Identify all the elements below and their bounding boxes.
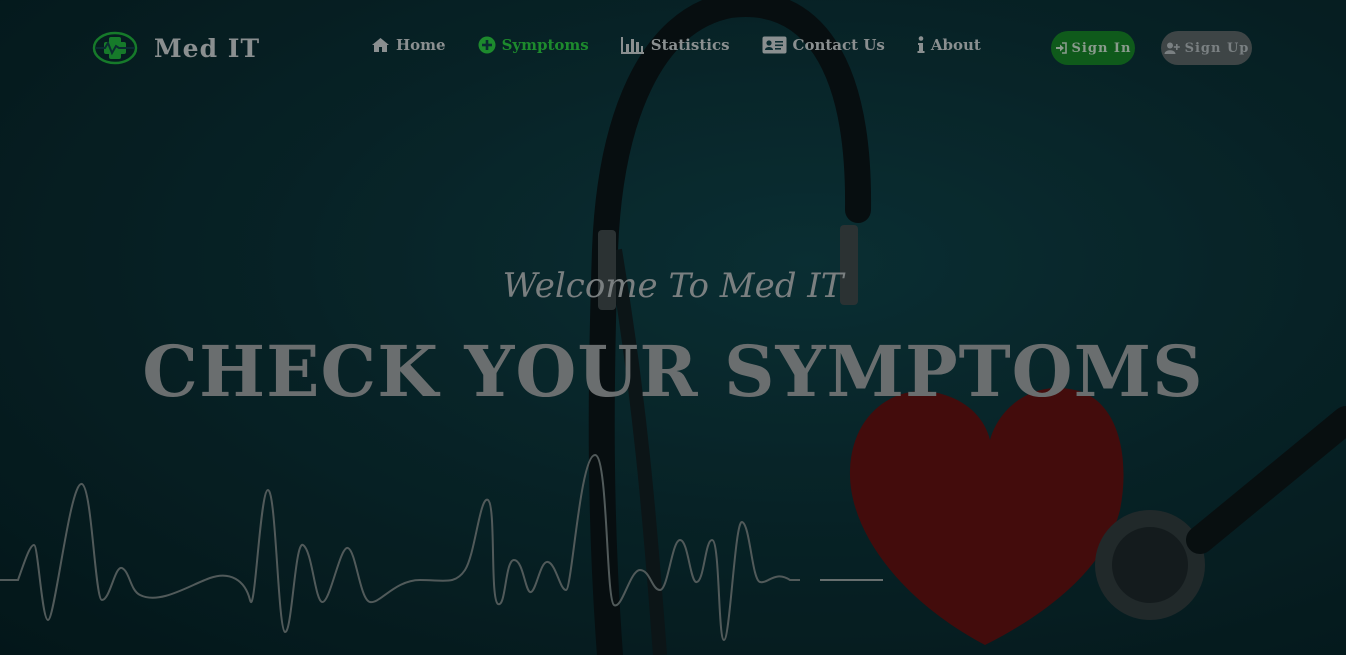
nav-about[interactable]: About [917,36,981,54]
bar-chart-icon [620,37,644,54]
main-menu: Home Symptoms Statistics Contact Us Abou… [371,36,981,54]
hero-title: CHECK YOUR SYMPTOMS [142,330,1204,413]
sign-in-icon [1055,42,1067,54]
nav-symptoms[interactable]: Symptoms [478,36,589,54]
user-plus-icon [1164,42,1180,54]
signin-label: Sign In [1071,40,1132,56]
info-icon [917,36,925,53]
id-card-icon [762,36,787,54]
hero-welcome-text: Welcome To Med IT [502,266,844,306]
signin-button[interactable]: Sign In [1051,31,1135,65]
navbar: Med IT Home Symptoms Statistics Contact … [0,0,1346,96]
nav-contact-label: Contact Us [792,36,885,54]
home-icon [372,38,389,52]
signup-button[interactable]: Sign Up [1161,31,1252,65]
signup-label: Sign Up [1184,40,1250,56]
nav-statistics-label: Statistics [650,36,730,54]
plus-circle-icon [478,36,496,54]
nav-about-label: About [930,36,981,54]
nav-home[interactable]: Home [371,36,446,54]
dark-overlay [0,0,1346,655]
nav-contact[interactable]: Contact Us [762,36,885,54]
medical-cross-heartbeat-icon [92,31,138,65]
brand-name: Med IT [154,33,261,63]
nav-symptoms-label: Symptoms [501,36,589,54]
nav-home-label: Home [396,36,446,54]
brand[interactable]: Med IT [92,30,260,66]
nav-statistics[interactable]: Statistics [620,36,730,54]
